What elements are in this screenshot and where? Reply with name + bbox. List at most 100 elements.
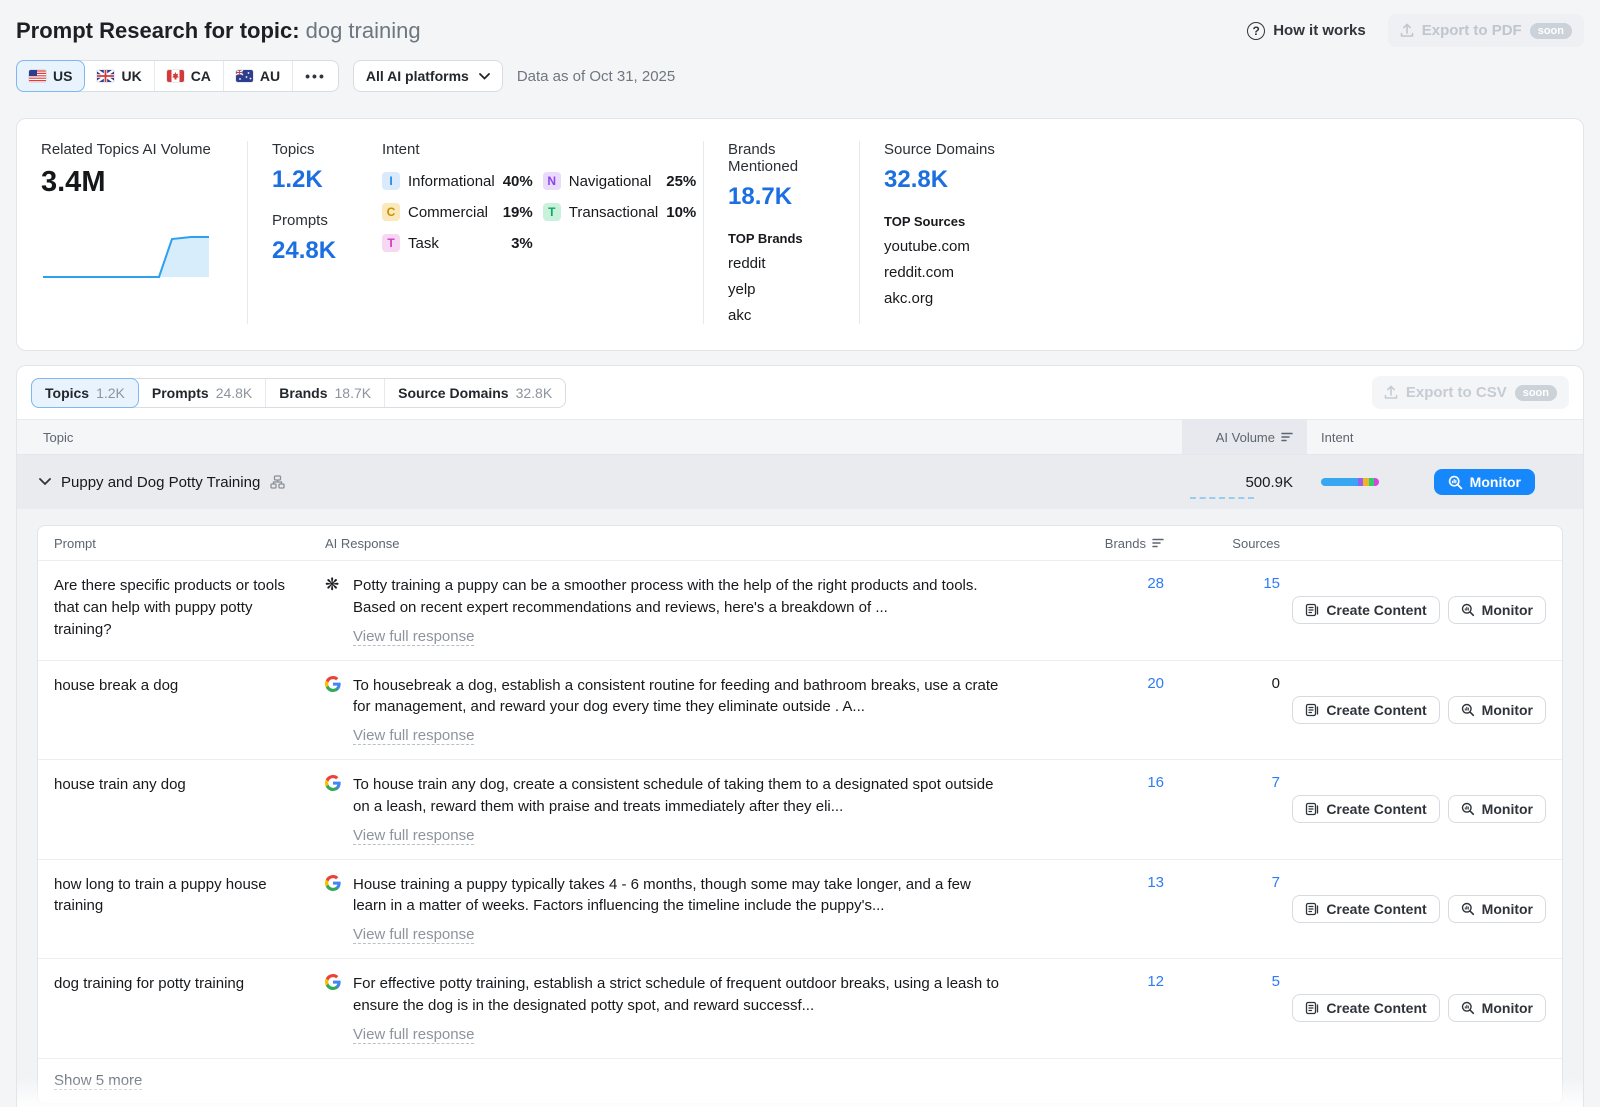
page-title-text: Prompt Research for topic: xyxy=(16,18,300,43)
monitor-magnifier-icon xyxy=(1461,902,1475,916)
brands-count-link[interactable]: 16 xyxy=(1147,774,1164,845)
monitor-prompt-button[interactable]: Monitor xyxy=(1448,994,1546,1022)
show-more-link[interactable]: Show 5 more xyxy=(54,1072,142,1090)
google-icon xyxy=(325,874,343,945)
prompts-table-header: Prompt AI Response Brands Sources xyxy=(38,526,1562,560)
intent-item-navigational: N Navigational 25% xyxy=(543,172,697,190)
soon-badge: soon xyxy=(1515,385,1557,401)
region-tab-au[interactable]: AU xyxy=(224,61,293,91)
topic-title: Puppy and Dog Potty Training xyxy=(61,474,260,491)
sources-count: 0 xyxy=(1272,675,1280,746)
monitor-topic-button[interactable]: Monitor xyxy=(1434,469,1535,495)
region-tab-ca-label: CA xyxy=(191,68,211,84)
topics-table-header: Topic AI Volume Intent xyxy=(17,419,1583,455)
ai-response-text: House training a puppy typically takes 4… xyxy=(353,874,1008,918)
tab-source-domains[interactable]: Source Domains32.8K xyxy=(385,379,565,407)
topics-table-card: Topics1.2K Prompts24.8K Brands18.7K Sour… xyxy=(16,365,1584,1107)
brands-count-link[interactable]: 28 xyxy=(1147,575,1164,646)
export-csv-button[interactable]: Export to CSV soon xyxy=(1372,376,1569,409)
monitor-prompt-button[interactable]: Monitor xyxy=(1448,696,1546,724)
topic-row-expanded[interactable]: Puppy and Dog Potty Training 500.9K Moni… xyxy=(17,455,1583,509)
ai-platform-filter-value: All AI platforms xyxy=(366,68,469,84)
top-brand-item: reddit xyxy=(728,255,835,272)
region-selector: US UK CA AU ••• xyxy=(16,60,339,92)
column-header-intent: Intent xyxy=(1307,420,1583,454)
prompt-row: how long to train a puppy house training… xyxy=(38,859,1562,959)
brands-count-link[interactable]: 20 xyxy=(1147,675,1164,746)
monitor-prompt-button[interactable]: Monitor xyxy=(1448,596,1546,624)
column-header-topic: Topic xyxy=(17,420,1182,454)
topics-count-label: Topics xyxy=(272,141,334,158)
intent-item-task: T Task 3% xyxy=(382,234,533,252)
region-tab-us[interactable]: US xyxy=(16,60,85,92)
upload-icon xyxy=(1400,23,1414,38)
create-content-button[interactable]: Create Content xyxy=(1292,895,1439,923)
create-content-button[interactable]: Create Content xyxy=(1292,795,1439,823)
sort-icon xyxy=(1281,432,1293,442)
brands-count-link[interactable]: 13 xyxy=(1147,874,1164,945)
column-header-brands[interactable]: Brands xyxy=(1105,536,1164,551)
prompt-row: house train any dog To house train any d… xyxy=(38,759,1562,859)
volume-mini-bar xyxy=(1190,497,1254,499)
prompts-table: Prompt AI Response Brands Sources Are th… xyxy=(37,525,1563,1104)
document-icon xyxy=(1305,603,1319,617)
region-tab-uk-label: UK xyxy=(121,68,141,84)
column-header-ai-response: AI Response xyxy=(325,536,1078,551)
tab-prompts[interactable]: Prompts24.8K xyxy=(139,379,266,407)
intent-distribution-bar xyxy=(1321,478,1379,486)
region-more-button[interactable]: ••• xyxy=(293,61,338,91)
view-tabs: Topics1.2K Prompts24.8K Brands18.7K Sour… xyxy=(31,378,566,408)
view-full-response-link[interactable]: View full response xyxy=(353,727,474,745)
monitor-magnifier-icon xyxy=(1461,603,1475,617)
ai-platform-filter[interactable]: All AI platforms xyxy=(353,60,503,92)
how-it-works-label: How it works xyxy=(1273,22,1366,39)
expanded-topic-body: Prompt AI Response Brands Sources Are th… xyxy=(17,509,1583,1107)
create-content-button[interactable]: Create Content xyxy=(1292,596,1439,624)
prompt-text: Are there specific products or tools tha… xyxy=(54,575,309,646)
monitor-prompt-button[interactable]: Monitor xyxy=(1448,895,1546,923)
top-brand-item: yelp xyxy=(728,281,835,298)
create-content-button[interactable]: Create Content xyxy=(1292,994,1439,1022)
view-full-response-link[interactable]: View full response xyxy=(353,926,474,944)
sources-count-link[interactable]: 7 xyxy=(1272,874,1280,945)
chevron-down-icon[interactable] xyxy=(39,478,51,486)
view-full-response-link[interactable]: View full response xyxy=(353,1026,474,1044)
region-tab-uk[interactable]: UK xyxy=(85,61,154,91)
brands-count-link[interactable]: 12 xyxy=(1147,973,1164,1044)
sources-count-link[interactable]: 7 xyxy=(1272,774,1280,845)
prompts-count-value: 24.8K xyxy=(272,237,334,265)
tab-topics[interactable]: Topics1.2K xyxy=(31,378,139,408)
brands-mentioned-value: 18.7K xyxy=(728,183,835,211)
related-volume-label: Related Topics AI Volume xyxy=(41,141,223,158)
view-full-response-link[interactable]: View full response xyxy=(353,827,474,845)
monitor-magnifier-icon xyxy=(1461,1001,1475,1015)
monitor-magnifier-icon xyxy=(1461,802,1475,816)
chevron-down-icon xyxy=(479,73,490,80)
source-domains-value: 32.8K xyxy=(884,166,1026,194)
sort-icon xyxy=(1152,538,1164,548)
intent-section-label: Intent xyxy=(382,141,679,158)
region-tab-ca[interactable]: CA xyxy=(155,61,224,91)
upload-icon xyxy=(1384,385,1398,400)
ca-flag-icon xyxy=(167,70,184,82)
tab-brands[interactable]: Brands18.7K xyxy=(266,379,385,407)
export-pdf-button[interactable]: Export to PDF soon xyxy=(1388,14,1584,47)
column-header-ai-volume[interactable]: AI Volume xyxy=(1182,420,1307,454)
create-content-button[interactable]: Create Content xyxy=(1292,696,1439,724)
intent-item-commercial: C Commercial 19% xyxy=(382,203,533,221)
export-csv-label: Export to CSV xyxy=(1406,384,1507,401)
ellipsis-icon: ••• xyxy=(305,68,326,84)
how-it-works-link[interactable]: ? How it works xyxy=(1247,22,1366,40)
sources-count-link[interactable]: 5 xyxy=(1272,973,1280,1044)
monitor-prompt-button[interactable]: Monitor xyxy=(1448,795,1546,823)
page-title-topic: dog training xyxy=(306,18,421,43)
monitor-magnifier-icon xyxy=(1461,703,1475,717)
top-source-item: youtube.com xyxy=(884,238,1026,255)
google-icon xyxy=(325,973,343,1044)
document-icon xyxy=(1305,703,1319,717)
prompt-text: dog training for potty training xyxy=(54,973,309,1044)
openai-icon: ❋ xyxy=(325,575,343,646)
view-full-response-link[interactable]: View full response xyxy=(353,628,474,646)
sources-count-link[interactable]: 15 xyxy=(1263,575,1280,646)
intent-item-transactional: T Transactional 10% xyxy=(543,203,697,221)
